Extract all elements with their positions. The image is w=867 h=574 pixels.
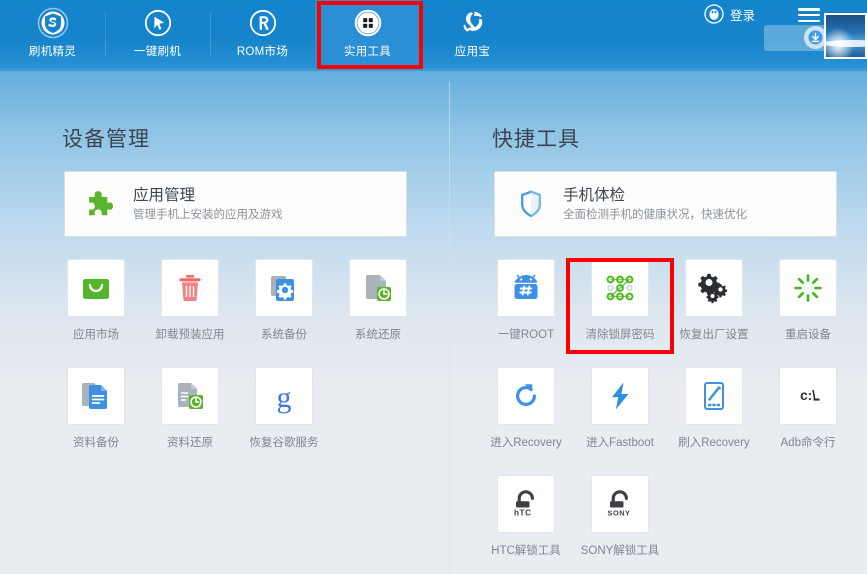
hamburger-menu-icon[interactable] xyxy=(798,6,820,24)
puzzle-piece-icon xyxy=(81,184,121,224)
app-treasure-icon xyxy=(456,6,490,40)
nav-item-label: 实用工具 xyxy=(343,46,392,58)
tile-label: 资料备份 xyxy=(73,437,119,449)
tile-app-market[interactable]: 应用市场 xyxy=(49,259,143,342)
card-subtitle: 管理手机上安装的应用及游戏 xyxy=(133,208,283,221)
login-button[interactable]: 登录 xyxy=(704,4,755,24)
tile-label: 系统还原 xyxy=(355,329,401,341)
lightning-bolt-icon xyxy=(591,367,649,425)
tile-flash-recovery[interactable]: 刷入Recovery xyxy=(667,367,761,450)
svg-text:hTC: hTC xyxy=(514,509,532,518)
page-body: 设备管理 应用管理 管理手机上安装的应用及游戏 应用市场 卸载预装应用 系统备份… xyxy=(0,71,867,574)
svg-text:SONY: SONY xyxy=(608,509,631,518)
tile-data-backup[interactable]: 资料备份 xyxy=(49,367,143,450)
nav-item-label: 一键刷机 xyxy=(133,46,182,58)
tile-label: HTC解锁工具 xyxy=(491,545,561,557)
tile-label: 进入Recovery xyxy=(490,437,562,449)
tile-label: SONY解锁工具 xyxy=(580,545,660,557)
nav-item-label: ROM市场 xyxy=(236,46,289,58)
tile-label: 应用市场 xyxy=(73,329,119,341)
restart-burst-icon xyxy=(779,259,837,317)
tile-restart-device[interactable]: 重启设备 xyxy=(761,259,855,342)
quick-tiles-row-1: 一键ROOT 清除锁屏密码 恢复出厂设置 重启设备 xyxy=(479,259,867,354)
tile-label: 一键ROOT xyxy=(497,329,555,341)
tile-label: 重启设备 xyxy=(785,329,831,341)
card-title: 手机体检 xyxy=(563,186,626,204)
card-phone-checkup[interactable]: 手机体检 全面检测手机的健康状况，快速优化 xyxy=(494,171,837,237)
tile-label: 资料还原 xyxy=(167,437,213,449)
pattern-lock-icon xyxy=(591,259,649,317)
penguin-avatar-icon xyxy=(704,4,724,24)
tile-label: 进入Fastboot xyxy=(586,437,654,449)
google-g-icon: g xyxy=(255,367,313,425)
app-store-bag-icon xyxy=(67,259,125,317)
phone-flash-icon xyxy=(685,367,743,425)
nav-item-label: 刷机精灵 xyxy=(28,46,77,58)
tile-one-key-root[interactable]: 一键ROOT xyxy=(479,259,573,342)
preview-thumbnail[interactable] xyxy=(824,13,867,59)
main-nav: 刷机精灵 一键刷机 ROM市场 实用工具 应用宝 xyxy=(0,0,525,68)
sony-unlock-icon: SONY xyxy=(591,475,649,533)
tile-adb-command-line[interactable]: c:\ Adb命令行 xyxy=(761,367,855,450)
nav-item-utility-tools[interactable]: 实用工具 xyxy=(315,0,420,68)
svg-text:g: g xyxy=(277,381,292,414)
gears-icon xyxy=(685,259,743,317)
tile-restore-google-services[interactable]: g 恢复谷歌服务 xyxy=(237,367,331,450)
tile-label: 清除锁屏密码 xyxy=(585,329,655,341)
card-text: 手机体检 全面检测手机的健康状况，快速优化 xyxy=(563,186,747,223)
section-title-device-management: 设备管理 xyxy=(62,128,150,151)
nav-item-one-key-flash[interactable]: 一键刷机 xyxy=(105,0,210,68)
tile-enter-recovery[interactable]: 进入Recovery xyxy=(479,367,573,450)
tile-system-backup[interactable]: 系统备份 xyxy=(237,259,331,342)
command-prompt-icon: c:\ xyxy=(779,367,837,425)
tile-data-restore[interactable]: 资料还原 xyxy=(143,367,237,450)
system-backup-gear-icon xyxy=(255,259,313,317)
tile-clear-lockscreen-password[interactable]: 清除锁屏密码 xyxy=(573,259,667,342)
top-navigation-bar: 刷机精灵 一键刷机 ROM市场 实用工具 应用宝 登录 xyxy=(0,0,867,71)
tile-label: 刷入Recovery xyxy=(678,437,750,449)
trash-can-icon xyxy=(161,259,219,317)
registered-r-icon xyxy=(246,6,280,40)
tile-label: 系统备份 xyxy=(261,329,307,341)
card-text: 应用管理 管理手机上安装的应用及游戏 xyxy=(133,186,283,223)
tile-htc-unlock[interactable]: hTC HTC解锁工具 xyxy=(479,475,573,558)
tile-label: Adb命令行 xyxy=(780,437,836,449)
shield-s-icon xyxy=(36,6,70,40)
tile-sony-unlock[interactable]: SONY SONY解锁工具 xyxy=(573,475,667,558)
section-title-quick-tools: 快捷工具 xyxy=(492,128,580,151)
column-divider xyxy=(449,82,450,574)
android-root-icon xyxy=(497,259,555,317)
tile-label: 恢复出厂设置 xyxy=(679,329,749,341)
document-backup-icon xyxy=(67,367,125,425)
nav-item-shuaji-jingling[interactable]: 刷机精灵 xyxy=(0,0,105,68)
tile-label: 恢复谷歌服务 xyxy=(249,437,319,449)
card-subtitle: 全面检测手机的健康状况，快速优化 xyxy=(563,208,747,221)
login-label: 登录 xyxy=(729,8,755,23)
svg-text:c:\: c:\ xyxy=(800,388,816,403)
tile-system-restore[interactable]: 系统还原 xyxy=(331,259,425,342)
quick-tiles-row-3: hTC HTC解锁工具 SONY SONY解锁工具 xyxy=(479,475,867,570)
htc-unlock-icon: hTC xyxy=(497,475,555,533)
device-tiles-row-2: 资料备份 资料还原 g 恢复谷歌服务 xyxy=(49,367,429,462)
quick-tiles-row-2: 进入Recovery 进入Fastboot 刷入Recovery c:\ Adb… xyxy=(479,367,867,462)
nav-item-label: 应用宝 xyxy=(454,46,491,58)
cursor-circle-icon xyxy=(141,6,175,40)
tile-label: 卸载预装应用 xyxy=(155,329,225,341)
refresh-arrow-icon xyxy=(497,367,555,425)
nav-item-rom-market[interactable]: ROM市场 xyxy=(210,0,315,68)
grid-squares-icon xyxy=(351,6,385,40)
tile-factory-reset[interactable]: 恢复出厂设置 xyxy=(667,259,761,342)
nav-item-app-treasure[interactable]: 应用宝 xyxy=(420,0,525,68)
card-app-management[interactable]: 应用管理 管理手机上安装的应用及游戏 xyxy=(64,171,407,237)
system-restore-clock-icon xyxy=(349,259,407,317)
card-title: 应用管理 xyxy=(133,186,196,204)
document-restore-clock-icon xyxy=(161,367,219,425)
tile-uninstall-preinstalled[interactable]: 卸载预装应用 xyxy=(143,259,237,342)
shield-check-icon xyxy=(511,184,551,224)
tile-enter-fastboot[interactable]: 进入Fastboot xyxy=(573,367,667,450)
device-tiles-row-1: 应用市场 卸载预装应用 系统备份 系统还原 xyxy=(49,259,429,354)
